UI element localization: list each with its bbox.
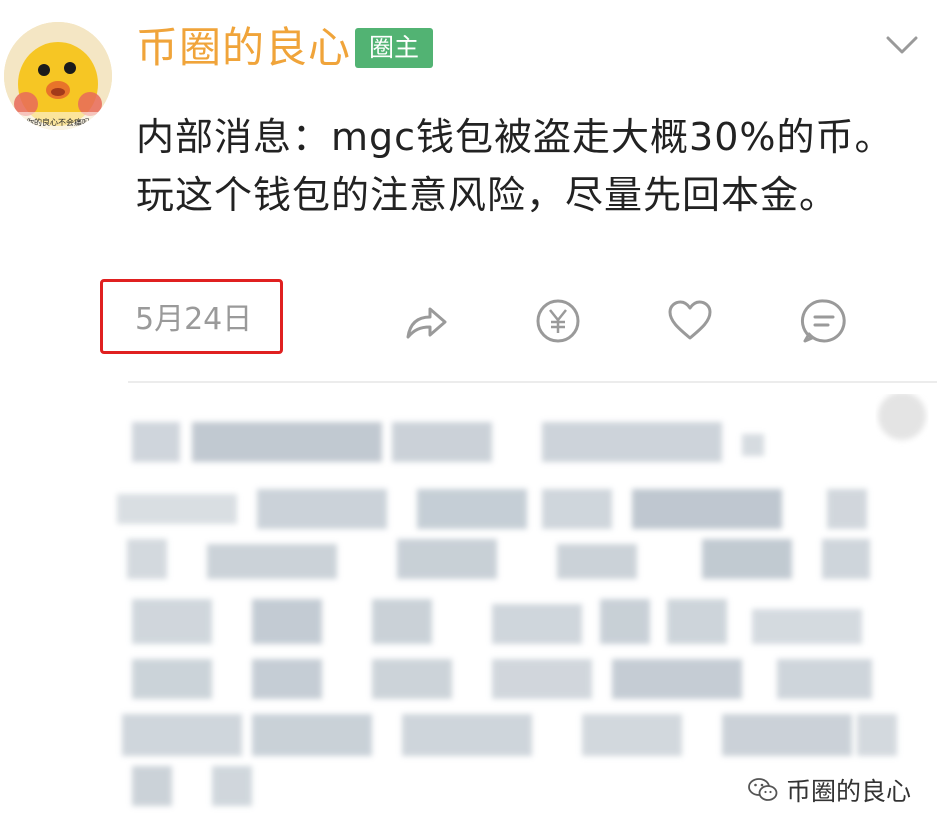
blurred-block <box>257 489 387 529</box>
blurred-block <box>192 422 382 462</box>
blurred-block <box>212 766 252 806</box>
share-button[interactable] <box>402 297 450 345</box>
source-watermark: 币圈的良心 <box>748 770 911 810</box>
comment-button[interactable] <box>800 297 848 345</box>
blurred-block <box>372 599 432 644</box>
blurred-block <box>557 544 637 579</box>
blurred-block <box>207 544 337 579</box>
heart-icon <box>668 300 712 340</box>
chevron-down-icon[interactable] <box>884 32 920 58</box>
post-content: 内部消息：mgc钱包被盗走大概30%的币。玩这个钱包的注意风险，尽量先回本金。 <box>136 115 894 217</box>
blurred-block <box>122 714 242 756</box>
blurred-block <box>612 659 742 699</box>
blurred-block <box>827 489 867 529</box>
blurred-block <box>492 659 592 699</box>
blurred-block <box>722 714 852 756</box>
post-date: 5月24日 <box>135 302 253 337</box>
blurred-block <box>127 539 167 579</box>
blurred-block <box>542 422 722 462</box>
blurred-block <box>600 599 650 644</box>
blurred-block <box>742 434 764 456</box>
blurred-block <box>822 539 870 579</box>
author-name[interactable]: 币圈的良心 <box>136 22 351 74</box>
blurred-block <box>857 714 897 756</box>
blurred-comments-area <box>117 394 926 806</box>
blurred-block <box>132 659 212 699</box>
avatar-caption: 你的良心不会痛吗 <box>26 117 90 127</box>
blurred-block <box>492 604 582 644</box>
yen-reward-icon <box>536 299 580 343</box>
blurred-block <box>667 599 727 644</box>
blurred-block <box>702 539 792 579</box>
wechat-icon <box>748 778 778 801</box>
author-avatar[interactable]: 你的良心不会痛吗 <box>4 22 112 130</box>
blurred-block <box>117 494 237 524</box>
blurred-block <box>397 539 497 579</box>
like-button[interactable] <box>666 297 714 345</box>
comment-icon <box>800 299 846 343</box>
blurred-block <box>417 489 527 529</box>
blurred-block <box>372 659 452 699</box>
share-icon <box>406 307 447 339</box>
blurred-block <box>752 609 862 644</box>
blurred-block <box>777 659 872 699</box>
blurred-block <box>252 714 372 756</box>
blurred-block <box>392 422 492 462</box>
chick-avatar-image: 你的良心不会痛吗 <box>4 22 112 130</box>
blurred-commenter-avatar <box>878 394 926 440</box>
blurred-block <box>132 599 212 644</box>
watermark-text: 币圈的良心 <box>786 777 912 806</box>
blurred-block <box>402 714 532 756</box>
blurred-block <box>252 599 322 644</box>
owner-badge: 圈主 <box>355 28 433 68</box>
blurred-block <box>132 422 180 462</box>
comments-divider <box>128 381 937 383</box>
blurred-block <box>252 659 322 699</box>
blurred-block <box>132 766 172 806</box>
blurred-block <box>542 489 612 529</box>
blurred-block <box>632 489 782 529</box>
reward-button[interactable] <box>534 297 582 345</box>
blurred-block <box>582 714 682 756</box>
